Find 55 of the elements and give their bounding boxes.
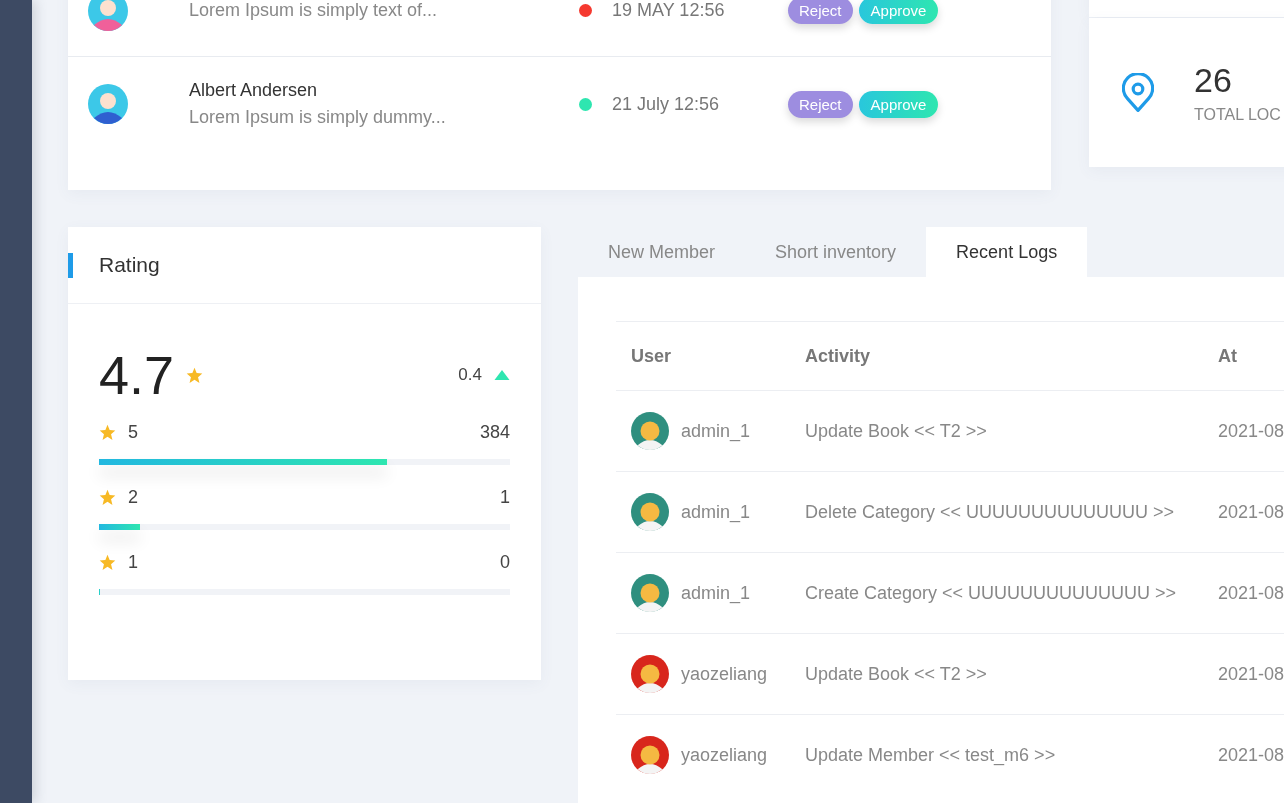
avatar-icon [631,736,669,774]
user-name: yaozeliang [681,663,768,685]
column-header: Activity [804,345,872,367]
rating-score: 4.7 [99,344,175,406]
rating-count: 384 [479,422,510,443]
avatar-icon [631,574,669,612]
stat-label: TOTAL LOC [1194,106,1281,124]
up-arrow-icon [494,370,510,380]
avatar-icon [631,493,669,531]
member-name: Albert Andersen [189,80,319,101]
user-name: admin_1 [681,582,751,604]
request-time: 19 MAY 12:56 [612,0,726,21]
location-pin-icon [1122,72,1154,113]
stat-value: 26 [1194,61,1233,100]
date-cell-text: 2021-08 [1217,582,1284,604]
star-icon [99,424,116,441]
date-cell-text: 2021-08 [1217,501,1284,523]
date-cell-text: 2021-08 [1217,420,1284,442]
activity-cell-text: Update Book << T2 >> [804,420,988,442]
approve-button[interactable]: Approve [858,90,939,118]
user-name: admin_1 [681,420,751,442]
tab[interactable]: Recent Logs [926,227,1088,277]
tab[interactable]: New Member [578,227,746,277]
message-preview: Lorem Ipsum is simply dummy... [189,107,447,128]
message-preview: Lorem Ipsum is simply text of... [189,0,439,21]
accent-bar [68,252,73,278]
tab[interactable]: Short inventory [745,227,927,277]
star-icon [186,366,204,384]
date-cell-text: 2021-08 [1217,744,1284,766]
card-title: Rating [99,253,160,277]
column-header: User [630,345,673,367]
avatar-icon [631,655,669,693]
activity-cell-text: Update Member << test_m6 >> [804,744,1057,766]
request-time: 21 July 12:56 [612,93,721,115]
star-level: 1 [128,552,138,573]
user-name: admin_1 [681,501,751,523]
activity-cell-text: Delete Category << UUUUUUUUUUUUUU >> [804,501,1176,523]
rating-count: 1 [500,487,510,508]
user-name: yaozeliang [681,744,768,766]
rating-count: 0 [500,552,510,573]
avatar-icon [631,412,669,450]
star-level: 5 [128,422,138,443]
reject-button[interactable]: Reject [788,0,853,24]
avatar-icon [88,0,128,31]
rating-change: 0.4 [458,365,482,385]
column-header: At [1217,345,1238,367]
activity-cell-text: Create Category << UUUUUUUUUUUUUU >> [804,582,1178,604]
star-icon [99,554,116,571]
approve-button[interactable]: Approve [858,0,939,24]
reject-button[interactable]: Reject [788,90,853,118]
date-cell-text: 2021-08 [1217,663,1284,685]
star-icon [99,489,116,506]
star-level: 2 [128,487,138,508]
avatar-icon [88,84,128,124]
activity-cell-text: Update Book << T2 >> [804,663,988,685]
